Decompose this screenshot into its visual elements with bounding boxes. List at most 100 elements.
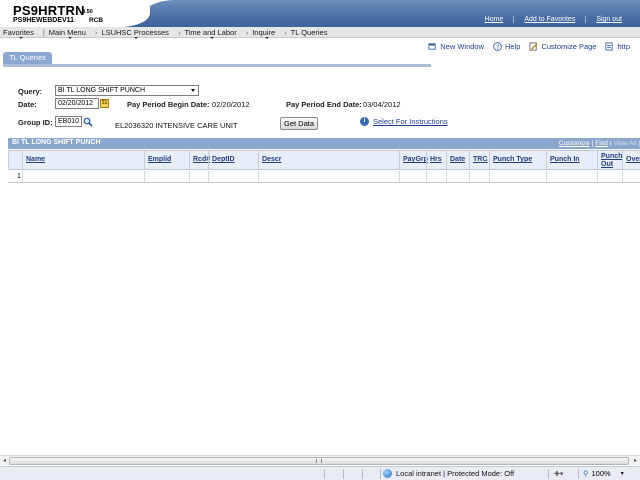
- group-description: EL2036320 INTENSIVE CARE UNIT: [115, 121, 238, 130]
- menu-tl-queries[interactable]: TL Queries: [291, 28, 333, 37]
- scroll-left-icon[interactable]: ◂: [0, 457, 9, 465]
- scrollbar-thumb[interactable]: [9, 457, 629, 465]
- row-cell: [426, 171, 427, 182]
- grid-column-headers: Name Emplid Rcd# DeptID Descr PayGrp Hrs…: [8, 150, 640, 170]
- column-header-punch-type[interactable]: Punch Type: [489, 151, 546, 170]
- column-header-over[interactable]: Over: [622, 151, 640, 170]
- security-zone[interactable]: Local intranet | Protected Mode: Off: [383, 469, 514, 478]
- row-cell: [489, 171, 490, 182]
- tab-tl-queries[interactable]: TL Queries: [3, 52, 52, 64]
- sign-out-link[interactable]: Sign out: [585, 16, 632, 23]
- horizontal-scrollbar[interactable]: ◂ ▸: [0, 455, 640, 465]
- add-to-favorites-link[interactable]: Add to Favorites: [513, 16, 585, 23]
- status-separator: [343, 469, 344, 479]
- zoom-control[interactable]: ⚲ 100% ▾: [583, 469, 624, 478]
- column-header-descr[interactable]: Descr: [258, 151, 399, 170]
- system-name: PS9HRTRN: [13, 3, 85, 18]
- breadcrumb-arrow-icon: ›: [94, 27, 98, 37]
- customize-page-label: Customize Page: [541, 42, 597, 51]
- date-input[interactable]: 02/20/2012: [55, 98, 99, 109]
- home-link[interactable]: Home: [475, 16, 514, 23]
- page-toolbar: New Window ? Help Customize Page http: [419, 42, 630, 51]
- table-row: 1: [8, 171, 640, 183]
- menu-time-labor-label: Time and Labor: [184, 27, 237, 37]
- tab-underline: [3, 64, 431, 67]
- link-icon: [605, 42, 614, 51]
- menu-time-and-labor[interactable]: Time and Labor: [184, 27, 241, 39]
- new-window-label: New Window: [440, 42, 485, 51]
- column-header-deptid[interactable]: DeptID: [208, 151, 258, 170]
- menu-main-menu-label: Main Menu: [48, 27, 86, 37]
- help-link[interactable]: ? Help: [493, 42, 520, 51]
- pay-period-begin-value: 02/20/2012: [212, 100, 250, 109]
- row-cell: [189, 171, 190, 182]
- column-header-name[interactable]: Name: [22, 151, 144, 170]
- column-header-emplid[interactable]: Emplid: [144, 151, 189, 170]
- grid-title: BI TL LONG SHIFT PUNCH: [12, 139, 101, 146]
- column-header-paygrp[interactable]: PayGrp: [399, 151, 428, 170]
- menu-favorites-label: Favorites: [3, 27, 34, 37]
- row-cell: [622, 171, 623, 182]
- query-label: Query:: [18, 87, 43, 96]
- column-header-date[interactable]: Date: [446, 151, 469, 170]
- customize-page-link[interactable]: Customize Page: [529, 42, 596, 51]
- calendar-icon[interactable]: 31: [100, 99, 109, 108]
- column-header-punch-in[interactable]: Punch In: [546, 151, 597, 170]
- row-cell: [546, 171, 547, 182]
- http-label: http: [617, 42, 630, 51]
- status-bar: Local intranet | Protected Mode: Off ✚▾ …: [0, 466, 640, 480]
- menu-main-menu[interactable]: Main Menu: [48, 27, 91, 39]
- row-cell: [22, 171, 23, 182]
- grid-view-all-link[interactable]: View All: [614, 140, 637, 147]
- customize-icon: [529, 42, 539, 51]
- breadcrumb-arrow-icon: ›: [245, 27, 249, 37]
- grid-customize-link[interactable]: Customize: [559, 140, 590, 147]
- menu-inquire[interactable]: Inquire: [252, 27, 280, 39]
- scrollbar-grip-icon: [316, 459, 322, 463]
- pay-period-end-value: 03/04/2012: [363, 100, 401, 109]
- grid-find-link[interactable]: Find: [595, 140, 608, 147]
- chevron-down-icon: [134, 36, 139, 39]
- row-number: 1: [17, 173, 21, 180]
- help-label: Help: [505, 42, 521, 51]
- status-separator: [324, 469, 325, 479]
- new-window-link[interactable]: New Window: [428, 42, 484, 51]
- instructions-link[interactable]: i Select For Instructions: [360, 117, 448, 126]
- instructions-label: Select For Instructions: [373, 117, 448, 126]
- get-data-button[interactable]: Get Data: [280, 117, 318, 130]
- system-version: 8.50: [82, 9, 93, 15]
- help-icon: ?: [493, 42, 502, 51]
- security-zone-label: Local intranet | Protected Mode: Off: [396, 469, 515, 478]
- chevron-down-icon: [210, 36, 215, 39]
- group-id-input[interactable]: EB010: [55, 116, 82, 127]
- menu-lsuhsc-label: LSUHSC Processes: [101, 27, 169, 37]
- menu-separator: |: [42, 27, 45, 37]
- menu-favorites[interactable]: Favorites: [3, 27, 39, 39]
- grid-nav-separator: |: [609, 140, 612, 147]
- header-links: Home Add to Favorites Sign out: [475, 16, 632, 23]
- http-link[interactable]: http: [605, 42, 630, 51]
- row-cell: [399, 171, 400, 182]
- column-header-trc[interactable]: TRC: [469, 151, 489, 170]
- menu-inquire-label: Inquire: [252, 27, 276, 37]
- breadcrumb-arrow-icon: ›: [284, 27, 287, 37]
- zoom-level: 100%: [591, 469, 611, 478]
- column-header-rcd[interactable]: Rcd#: [189, 151, 210, 170]
- row-cell: [258, 171, 259, 182]
- status-separator: [578, 469, 579, 479]
- status-separator: [548, 469, 549, 479]
- row-cell: [208, 171, 209, 182]
- status-separator: [362, 469, 363, 479]
- grid-nav-separator: |: [591, 140, 594, 147]
- lookup-icon[interactable]: [83, 117, 93, 127]
- chevron-down-icon: [19, 36, 24, 39]
- column-header-hrs[interactable]: Hrs: [426, 151, 446, 170]
- chevron-down-icon: ▾: [620, 471, 624, 477]
- query-select[interactable]: BI TL LONG SHIFT PUNCH: [55, 85, 199, 96]
- menu-lsuhsc-processes[interactable]: LSUHSC Processes: [101, 27, 174, 39]
- column-header-punch-out[interactable]: Punch Out: [597, 151, 622, 170]
- database-name: PS9HEWEBDEV11: [13, 17, 75, 24]
- date-label: Date:: [18, 100, 37, 109]
- protected-mode-icon[interactable]: ✚▾: [554, 470, 563, 478]
- scroll-right-icon[interactable]: ▸: [631, 457, 640, 465]
